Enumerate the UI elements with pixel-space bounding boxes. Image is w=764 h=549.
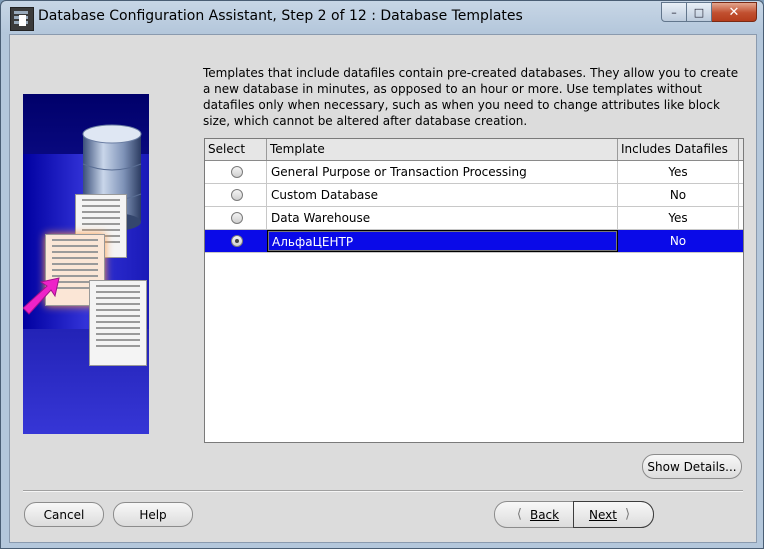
show-details-button[interactable]: Show Details... [642,454,742,479]
instructions-text: Templates that include datafiles contain… [203,66,739,128]
next-label: Next [588,507,617,522]
column-header-template[interactable]: Template [267,139,618,160]
column-header-select[interactable]: Select [205,139,267,160]
template-name: General Purpose or Transaction Processin… [267,161,618,183]
button-separator [23,490,743,492]
templates-table: Select Template Includes Datafiles Gener… [204,138,744,443]
maximize-icon: □ [693,5,705,19]
window-title: Database Configuration Assistant, Step 2… [38,8,523,24]
table-row[interactable]: Custom Database No [205,184,743,207]
select-cell [205,184,267,206]
select-cell [205,207,267,229]
navigation-buttons: ⟨ Back Next ⟩ [494,501,654,528]
cancel-button[interactable]: Cancel [24,502,104,527]
chevron-right-icon: ⟩ [624,507,631,522]
back-label: Back [529,507,560,522]
close-icon: ✕ [728,4,740,20]
includes-datafiles-value: No [618,184,739,206]
template-radio-selected[interactable] [231,235,243,247]
cancel-label: Cancel [43,507,85,522]
template-name[interactable]: АльфаЦЕНТР [267,230,618,252]
template-radio[interactable] [231,189,243,201]
table-header: Select Template Includes Datafiles [205,139,743,161]
back-button[interactable]: ⟨ Back [495,502,573,527]
select-cell [205,161,267,183]
includes-datafiles-value: Yes [618,161,739,183]
template-name: Data Warehouse [267,207,618,229]
close-button[interactable]: ✕ [712,2,757,22]
wizard-illustration [23,94,149,434]
wizard-body: Templates that include datafiles contain… [9,34,757,543]
includes-datafiles-value: No [618,230,739,252]
help-button[interactable]: Help [113,502,193,527]
template-name: Custom Database [267,184,618,206]
help-label: Help [139,507,167,522]
minimize-icon: – [671,5,677,19]
table-row[interactable]: Data Warehouse Yes [205,207,743,230]
pointer-arrow-icon [23,277,60,315]
template-radio[interactable] [231,212,243,224]
minimize-button[interactable]: – [661,2,687,22]
select-cell [205,230,267,252]
dbca-window: Database Configuration Assistant, Step 2… [0,0,764,549]
show-details-label: Show Details... [647,459,737,474]
table-row-selected[interactable]: АльфаЦЕНТР No [205,230,743,253]
window-controls: – □ ✕ [661,2,757,22]
column-header-includes-datafiles[interactable]: Includes Datafiles [618,139,739,160]
table-row[interactable]: General Purpose or Transaction Processin… [205,161,743,184]
document-icon [89,280,147,366]
maximize-button[interactable]: □ [687,2,712,22]
title-bar[interactable]: Database Configuration Assistant, Step 2… [1,1,763,35]
next-button[interactable]: Next ⟩ [573,501,654,528]
includes-datafiles-value: Yes [618,207,739,229]
chevron-left-icon: ⟨ [516,507,522,522]
template-radio[interactable] [231,166,243,178]
app-icon[interactable] [10,7,34,31]
